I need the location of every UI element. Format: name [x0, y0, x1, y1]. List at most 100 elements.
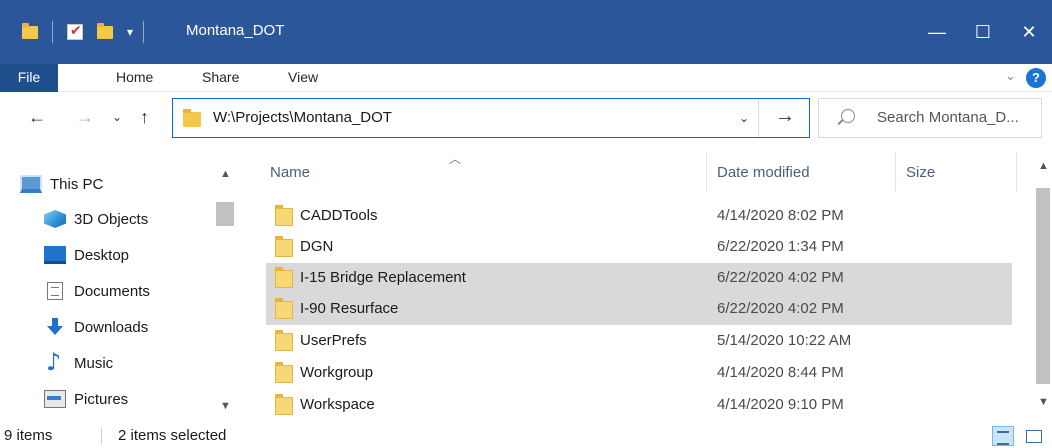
list-item[interactable]: CADDTools 4/14/2020 8:02 PM — [266, 201, 1012, 232]
pictures-icon — [44, 390, 66, 408]
sidebar-item-documents[interactable]: Documents — [44, 273, 150, 309]
sidebar-item-3d-objects[interactable]: 3D Objects — [44, 201, 148, 237]
sidebar-item-this-pc[interactable]: This PC — [20, 166, 103, 202]
window-title: Montana_DOT — [186, 22, 285, 39]
list-item-selected[interactable]: I-15 Bridge Replacement 6/22/2020 4:02 P… — [266, 263, 1012, 294]
details-view-icon[interactable] — [992, 426, 1014, 446]
address-bar[interactable]: W:\Projects\Montana_DOT ⌄ → — [172, 98, 810, 138]
folder-icon — [183, 109, 201, 127]
list-item[interactable]: DGN 6/22/2020 1:34 PM — [266, 232, 1012, 263]
quick-access-toolbar: ▾ — [0, 0, 158, 64]
recent-locations-button[interactable]: ⌄ — [112, 110, 122, 124]
scroll-down-arrow-icon[interactable]: ▼ — [1038, 396, 1049, 408]
folder-icon — [22, 22, 38, 39]
scroll-down-arrow-icon[interactable]: ▼ — [220, 400, 231, 412]
large-icons-view-icon[interactable] — [1022, 426, 1044, 446]
file-list-scrollbar[interactable]: ▲ ▼ — [1032, 146, 1052, 422]
window-controls: — ☐ ✕ — [914, 0, 1052, 64]
file-name: Workspace — [300, 396, 375, 413]
toolbar-divider — [143, 21, 145, 43]
file-date: 5/14/2020 10:22 AM — [717, 332, 852, 349]
sidebar-item-label: Pictures — [74, 390, 129, 408]
address-row: ← → ⌄ ↑ W:\Projects\Montana_DOT ⌄ → Sear… — [0, 92, 1052, 146]
close-button[interactable]: ✕ — [1006, 0, 1052, 64]
address-divider — [758, 99, 759, 137]
new-folder-icon[interactable] — [97, 22, 113, 39]
list-item-selected[interactable]: I-90 Resurface 6/22/2020 4:02 PM — [266, 294, 1012, 325]
column-header-name[interactable]: Name — [270, 164, 310, 181]
sidebar-item-downloads[interactable]: Downloads — [44, 309, 148, 345]
item-count: 9 items — [4, 427, 53, 444]
sidebar-item-pictures[interactable]: Pictures — [44, 381, 128, 417]
expand-ribbon-chevron-icon[interactable]: ⌄ — [1005, 68, 1016, 84]
scroll-up-arrow-icon[interactable]: ▲ — [220, 168, 231, 180]
column-divider[interactable] — [1016, 152, 1017, 192]
maximize-button[interactable]: ☐ — [960, 0, 1006, 64]
3d-objects-icon — [44, 210, 66, 228]
address-dropdown-icon[interactable]: ⌄ — [739, 111, 749, 125]
tab-view[interactable]: View — [288, 64, 318, 92]
search-icon — [841, 109, 855, 123]
search-box[interactable]: Search Montana_D... — [818, 98, 1042, 138]
ribbon-tabs: File Home Share View ⌄ ? — [0, 64, 1052, 92]
column-header-row: ︿ Name Date modified Size — [250, 146, 1030, 200]
properties-icon[interactable] — [67, 22, 83, 40]
go-button[interactable]: → — [775, 105, 795, 128]
file-name: DGN — [300, 238, 334, 255]
nav-scrollbar[interactable]: ▲ ▼ — [212, 146, 238, 422]
folder-icon — [275, 267, 293, 288]
selection-count: 2 items selected — [118, 427, 227, 444]
sidebar-item-label: Music — [74, 354, 114, 372]
list-item[interactable]: UserPrefs 5/14/2020 10:22 AM — [266, 326, 1012, 357]
up-button[interactable]: ↑ — [140, 107, 149, 128]
file-date: 6/22/2020 4:02 PM — [717, 269, 844, 286]
column-header-date-modified[interactable]: Date modified — [717, 164, 810, 181]
list-item[interactable]: Workspace 4/14/2020 9:10 PM — [266, 390, 1012, 421]
column-divider[interactable] — [895, 152, 896, 192]
folder-icon — [275, 362, 293, 383]
file-name: Workgroup — [300, 364, 374, 381]
column-divider[interactable] — [706, 152, 707, 192]
file-name: UserPrefs — [300, 332, 367, 349]
toolbar-divider — [52, 21, 53, 43]
back-button[interactable]: ← — [28, 107, 46, 128]
list-item[interactable]: Workgroup 4/14/2020 8:44 PM — [266, 358, 1012, 389]
scroll-up-arrow-icon[interactable]: ▲ — [1038, 160, 1049, 172]
column-header-size[interactable]: Size — [906, 164, 935, 181]
customize-toolbar-dropdown[interactable]: ▾ — [127, 25, 133, 39]
file-date: 4/14/2020 8:44 PM — [717, 364, 844, 381]
folder-icon — [275, 330, 293, 351]
scroll-thumb[interactable] — [216, 202, 234, 226]
desktop-icon — [44, 246, 66, 264]
folder-icon — [275, 394, 293, 415]
sort-ascending-icon: ︿ — [449, 152, 462, 166]
help-icon[interactable]: ? — [1026, 68, 1046, 88]
documents-icon — [47, 282, 63, 300]
file-name: CADDTools — [300, 207, 378, 224]
minimize-button[interactable]: — — [914, 0, 960, 64]
tab-file[interactable]: File — [0, 64, 58, 92]
sidebar-item-label: Documents — [74, 282, 150, 300]
status-bar: 9 items 2 items selected — [0, 422, 1052, 448]
file-date: 4/14/2020 8:02 PM — [717, 207, 844, 224]
downloads-icon — [44, 318, 66, 336]
address-path[interactable]: W:\Projects\Montana_DOT — [213, 109, 392, 126]
forward-button[interactable]: → — [76, 107, 94, 128]
file-name: I-15 Bridge Replacement — [300, 269, 466, 286]
status-divider — [101, 427, 102, 445]
title-bar: ▾ Montana_DOT — ☐ ✕ — [0, 0, 1052, 64]
sidebar-item-desktop[interactable]: Desktop — [44, 237, 129, 273]
folder-icon — [275, 298, 293, 319]
file-date: 4/14/2020 9:10 PM — [717, 396, 844, 413]
tab-share[interactable]: Share — [202, 64, 239, 92]
sidebar-item-label: 3D Objects — [74, 210, 149, 228]
sidebar-item-label: Desktop — [74, 246, 130, 264]
scroll-thumb[interactable] — [1036, 188, 1050, 384]
sidebar-item-label: Downloads — [74, 318, 149, 336]
sidebar-item-music[interactable]: Music — [44, 345, 113, 381]
search-input[interactable]: Search Montana_D... — [877, 109, 1019, 126]
tab-home[interactable]: Home — [116, 64, 153, 92]
file-list: ︿ Name Date modified Size CADDTools 4/14… — [250, 146, 1052, 422]
pc-icon — [20, 175, 42, 193]
sidebar-item-label: This PC — [50, 175, 104, 193]
